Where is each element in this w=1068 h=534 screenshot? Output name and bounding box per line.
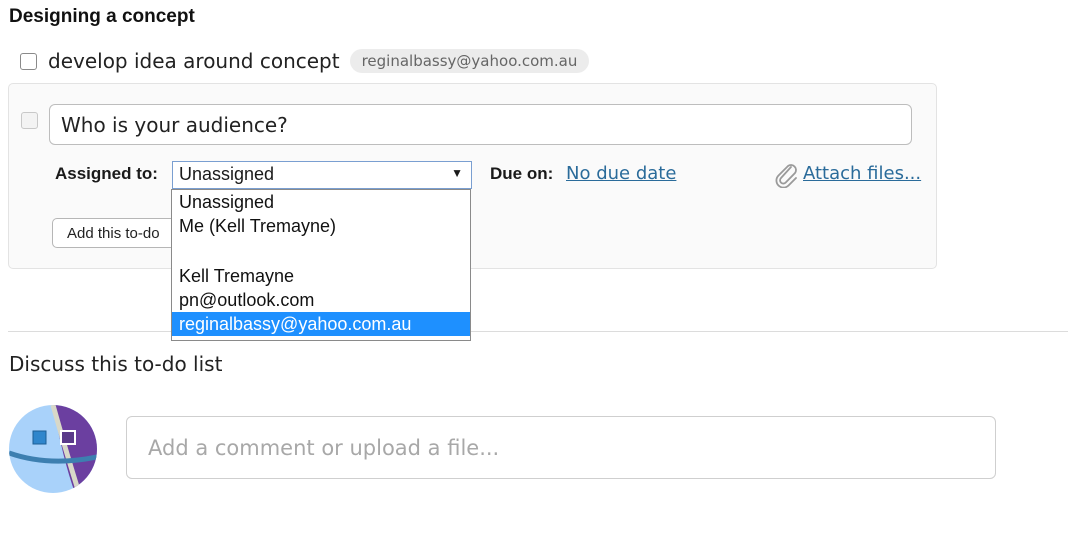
todo-item-text[interactable]: develop idea around concept bbox=[48, 49, 340, 73]
assignee-dropdown-list: Unassigned Me (Kell Tremayne) Kell Trema… bbox=[171, 189, 471, 341]
dropdown-option-separator bbox=[172, 238, 470, 264]
todo-item: develop idea around concept reginalbassy… bbox=[20, 47, 590, 75]
attach-files-link[interactable]: Attach files... bbox=[803, 163, 921, 184]
todo-list-title: Designing a concept bbox=[9, 6, 195, 27]
new-todo-checkbox bbox=[21, 112, 38, 129]
user-avatar[interactable] bbox=[9, 405, 97, 493]
todo-checkbox[interactable] bbox=[20, 52, 37, 70]
new-todo-form: Assigned to: Unassigned ▼ Due on: No due… bbox=[8, 83, 937, 269]
due-on-label: Due on: bbox=[490, 164, 554, 183]
section-divider bbox=[8, 331, 1068, 332]
triangle-down-icon: ▼ bbox=[451, 166, 463, 180]
new-todo-input[interactable] bbox=[49, 104, 912, 145]
dropdown-option-pn-outlook[interactable]: pn@outlook.com bbox=[172, 288, 470, 312]
dropdown-option-me[interactable]: Me (Kell Tremayne) bbox=[172, 214, 470, 238]
due-date-link[interactable]: No due date bbox=[566, 163, 676, 184]
dropdown-option-unassigned[interactable]: Unassigned bbox=[172, 190, 470, 214]
assignee-select-value: Unassigned bbox=[179, 164, 275, 184]
comment-input[interactable] bbox=[126, 416, 996, 479]
paperclip-icon[interactable] bbox=[774, 162, 800, 188]
avatar-image bbox=[9, 405, 97, 493]
dropdown-option-reginalbassy[interactable]: reginalbassy@yahoo.com.au bbox=[172, 312, 470, 336]
discussion-heading: Discuss this to-do list bbox=[9, 352, 223, 376]
assigned-to-label: Assigned to: bbox=[55, 164, 158, 183]
assignee-badge: reginalbassy@yahoo.com.au bbox=[349, 49, 590, 73]
dropdown-option-kell-tremayne[interactable]: Kell Tremayne bbox=[172, 264, 470, 288]
assignee-select[interactable]: Unassigned ▼ bbox=[172, 161, 472, 189]
